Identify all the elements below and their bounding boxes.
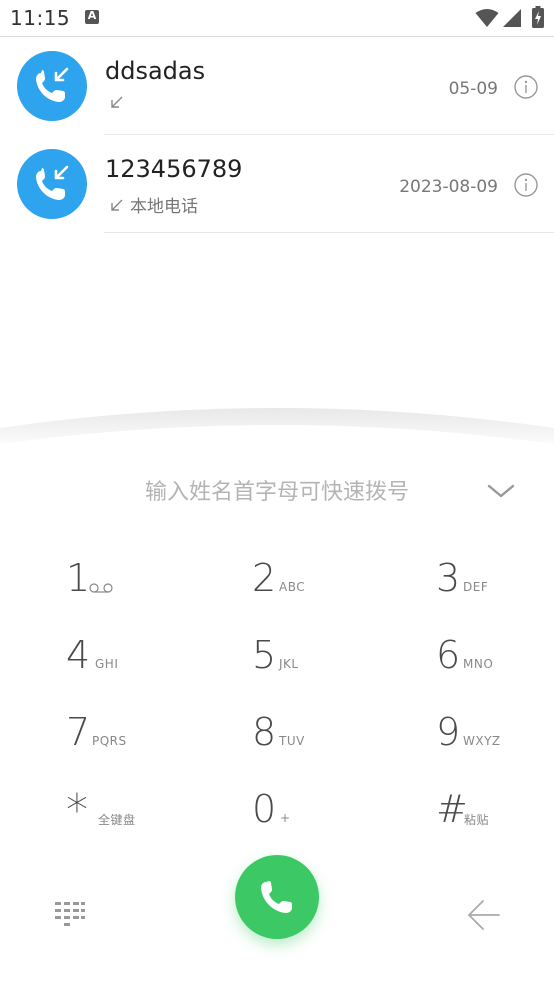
key-letters: TUV [279,734,305,748]
key-0[interactable]: 0 + [252,787,372,847]
avatar [17,51,87,121]
call-label: 本地电话 [130,197,198,217]
dialer-screen: 11:15 A ddsadas 05-09 123456789 本地电话 202… [0,0,554,984]
key-letters: ABC [279,580,306,594]
key-4[interactable]: 4 GHI [66,633,186,693]
key-letters: PQRS [92,734,127,748]
info-icon[interactable] [514,75,538,99]
key-2[interactable]: 2 ABC [252,556,372,616]
search-placeholder: 输入姓名首字母可快速拨号 [144,480,409,505]
avatar [17,149,87,219]
key-digit: 2 [252,556,277,600]
contact-name: 123456789 [105,155,243,183]
call-date: 05-09 [448,79,498,99]
wifi-icon [475,9,499,27]
key-digit: 1 [66,556,91,600]
key-digit: 3 [436,556,461,600]
call-date: 2023-08-09 [399,177,498,197]
key-digit: 5 [252,633,277,677]
key-letters: + [280,811,291,825]
contact-name: ddsadas [105,57,206,85]
key-5[interactable]: 5 JKL [252,633,372,693]
incoming-call-icon [36,165,69,200]
key-letters: GHI [95,657,119,671]
call-type-line [110,94,130,114]
key-1[interactable]: 1 [66,556,186,616]
voicemail-icon [89,583,113,593]
key-3[interactable]: 3 DEF [436,556,554,616]
key-digit: 8 [252,710,277,754]
call-log-item[interactable]: 123456789 本地电话 2023-08-09 [0,135,554,233]
key-letters: MNO [463,657,494,671]
signal-icon [503,9,521,27]
key-9[interactable]: 9 WXYZ [436,710,554,770]
a-icon: A [85,9,99,24]
call-type-line: 本地电话 [110,192,198,217]
backspace-icon[interactable] [467,898,501,932]
incoming-call-icon [36,67,69,102]
key-letters: DEF [463,580,489,594]
incoming-call-arrow-icon [111,96,123,108]
key-8[interactable]: 8 TUV [252,710,372,770]
dial-search-hint[interactable]: 输入姓名首字母可快速拨号 [0,474,554,506]
call-button[interactable] [235,855,319,939]
key-letters: 全键盘 [98,813,136,827]
key-star[interactable]: * 全键盘 [66,785,186,847]
key-digit: * [66,785,88,836]
key-digit: 6 [436,633,461,677]
key-digit: 0 [252,787,277,831]
key-digit: 7 [66,710,91,754]
key-digit: 4 [66,633,91,677]
status-bar: 11:15 A [0,0,554,37]
key-digit: 9 [436,710,461,754]
key-hash[interactable]: # 粘贴 [436,787,554,847]
call-log-item[interactable]: ddsadas 05-09 [0,37,554,135]
chevron-down-icon[interactable] [487,482,515,500]
phone-icon [261,881,292,913]
key-7[interactable]: 7 PQRS [66,710,186,770]
key-6[interactable]: 6 MNO [436,633,554,693]
status-time: 11:15 [10,6,71,30]
info-icon[interactable] [514,173,538,197]
dialpad-toggle-icon[interactable] [55,902,85,926]
key-letters: JKL [279,657,299,671]
key-letters: 粘贴 [464,813,490,827]
battery-charging-icon [532,6,544,28]
divider [104,232,554,233]
key-letters: WXYZ [463,734,501,748]
incoming-call-arrow-icon [111,199,123,211]
